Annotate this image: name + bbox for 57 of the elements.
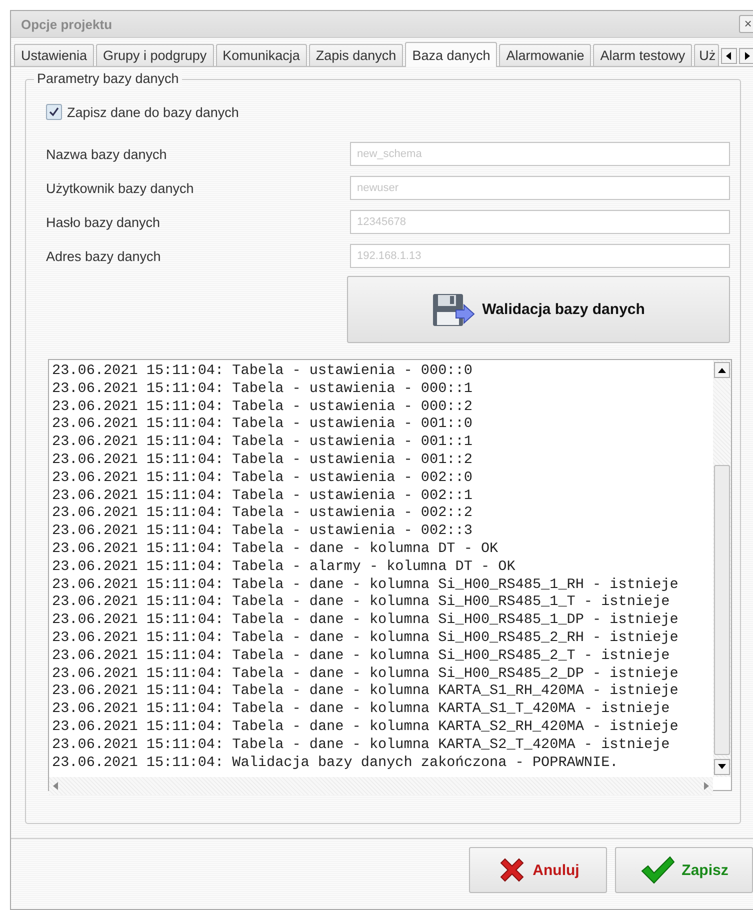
log-line: 23.06.2021 15:11:04: Tabela - ustawienia - 001::2 (52, 452, 472, 470)
cancel-button[interactable]: Anuluj (469, 847, 607, 893)
log-line: 23.06.2021 15:11:04: Tabela - ustawienia - 000::1 (52, 380, 472, 399)
scroll-down-button[interactable] (714, 759, 730, 775)
log-line: 23.06.2021 15:11:04: Tabela - dane - kolumna KARTA_S2_T_420MA - istnieje (52, 736, 670, 755)
window-title: Opcje projektu (21, 16, 112, 32)
tab[interactable]: Grupy i podgrupy (96, 44, 214, 66)
log-line: 23.06.2021 15:11:04: Tabela - dane - kolumna Si_H00_RS485_1_DP - istnieje (52, 612, 678, 630)
log-line: 23.06.2021 15:11:04: Tabela - ustawienia - 002::3 (52, 523, 472, 541)
field-label: Hasło bazy danych (46, 214, 162, 230)
checkbox[interactable] (46, 104, 62, 120)
log-line: 23.06.2021 15:11:04: Tabela - ustawienia - 000::0 (52, 363, 472, 381)
log-line: 23.06.2021 15:11:04: Tabela - alarmy - kolumna DT - OK (52, 558, 516, 577)
tab[interactable]: Komunikacja (216, 44, 307, 66)
log-line: 23.06.2021 15:11:04: Tabela - dane - kolumna KARTA_S1_T_420MA - istnieje (52, 701, 670, 719)
field-label: Nazwa bazy danych (46, 146, 168, 162)
scroll-up-button[interactable] (714, 362, 730, 378)
tab[interactable]: Baza danych (405, 42, 498, 67)
field-label: Adres bazy danych (46, 248, 162, 264)
check-icon (48, 106, 60, 118)
scroll-right-icon[interactable] (703, 782, 709, 790)
save-button[interactable]: Zapisz (615, 847, 753, 893)
scroll-left-button[interactable] (720, 48, 737, 64)
group-title: Parametry bazy danych (34, 71, 182, 86)
validate-button[interactable]: Walidacja bazy danych (347, 276, 730, 343)
floppy-disk-icon (432, 292, 476, 326)
log-line: 23.06.2021 15:11:04: Tabela - ustawienia - 001::1 (52, 434, 472, 452)
log-line: 23.06.2021 15:11:04: Walidacja bazy danych zakończona - POPRAWNIE. (52, 754, 618, 772)
log-line: 23.06.2021 15:11:04: Tabela - dane - kolumna DT - OK (52, 540, 498, 559)
log-line: 23.06.2021 15:11:04: Tabela - ustawienia - 002::2 (52, 505, 472, 524)
up-triangle-icon (718, 367, 726, 373)
log-line: 23.06.2021 15:11:04: Tabela - dane - kolumna Si_H00_RS485_1_T - istnieje (52, 594, 670, 612)
log-line: 23.06.2021 15:11:04: Tabela - dane - kolumna KARTA_S1_RH_420MA - istnieje (52, 683, 678, 702)
checkmark-icon (640, 855, 676, 885)
log-line: 23.06.2021 15:11:04: Tabela - dane - kolumna Si_H00_RS485_2_DP - istnieje (52, 666, 678, 684)
tab[interactable]: Uż (694, 44, 719, 66)
scrollbar-thumb[interactable] (714, 465, 730, 755)
log-line: 23.06.2021 15:11:04: Tabela - dane - kolumna Si_H00_RS485_2_RH - istnieje (52, 630, 678, 648)
tab[interactable]: Alarmowanie (499, 44, 592, 66)
field-label: Użytkownik bazy danych (46, 180, 195, 196)
log-line: 23.06.2021 15:11:04: Tabela - ustawienia - 000::2 (52, 398, 472, 416)
scroll-left-icon[interactable] (53, 782, 59, 790)
scroll-right-button[interactable] (738, 48, 753, 64)
tab[interactable]: Alarm testowy (593, 44, 692, 66)
right-triangle-icon (742, 52, 751, 60)
left-triangle-icon (724, 52, 733, 60)
down-triangle-icon (718, 764, 726, 770)
log-line: 23.06.2021 15:11:04: Tabela - dane - kolumna Si_H00_RS485_1_RH - istnieje (52, 576, 678, 594)
tab[interactable]: Ustawienia (14, 44, 94, 66)
log-line: 23.06.2021 15:11:04: Tabela - ustawienia - 002::1 (52, 488, 472, 506)
log-line: 23.06.2021 15:11:04: Tabela - dane - kolumna KARTA_S2_RH_420MA - istnieje (52, 718, 678, 737)
log-line: 23.06.2021 15:11:04: Tabela - ustawienia - 001::0 (52, 416, 472, 434)
close-button[interactable]: × (739, 15, 753, 33)
checkbox-label: Zapisz dane do bazy danych (67, 104, 239, 120)
log-line: 23.06.2021 15:11:04: Tabela - ustawienia - 002::0 (52, 470, 472, 488)
log-line: 23.06.2021 15:11:04: Tabela - dane - kolumna Si_H00_RS485_2_T - istnieje (52, 648, 670, 666)
tab[interactable]: Zapis danych (308, 44, 404, 66)
